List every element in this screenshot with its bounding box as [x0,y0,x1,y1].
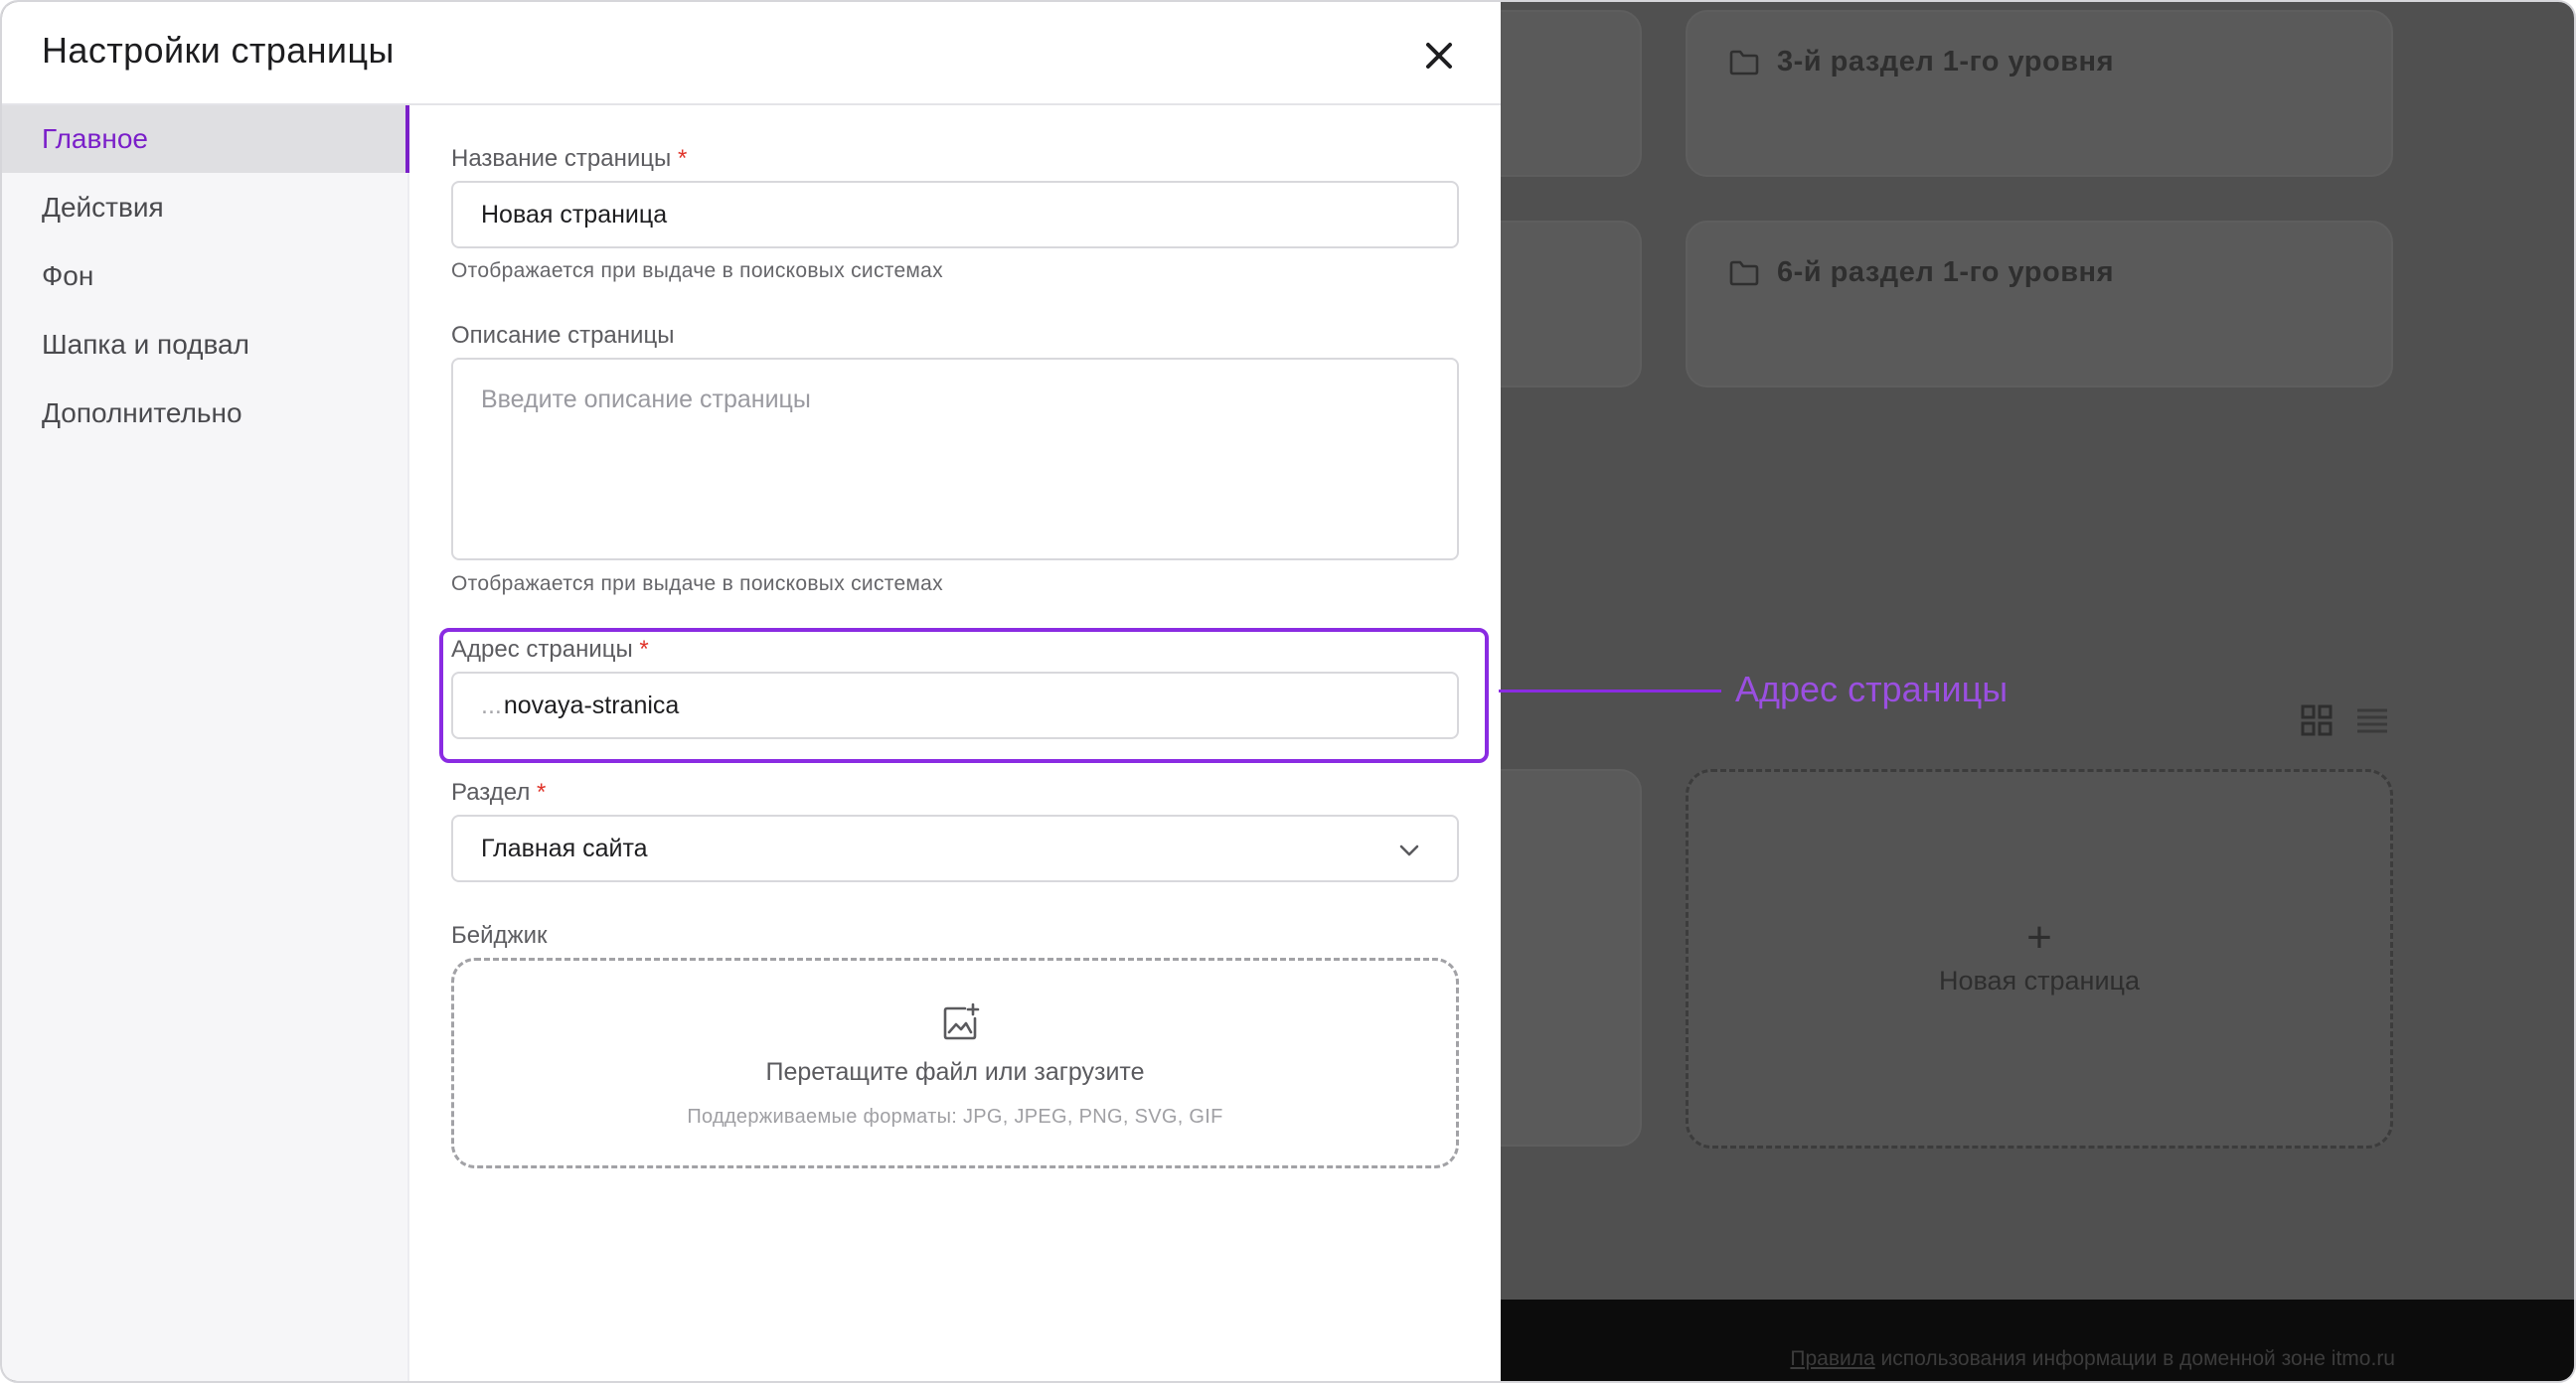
sidebar-item-main[interactable]: Главное [2,105,409,173]
required-mark: * [677,145,688,172]
view-toggle [2300,703,2389,742]
footer-bar: Правила использования информации в домен… [1501,1300,2574,1381]
description-label: Описание страницы [451,322,675,349]
sidebar-item-additional[interactable]: Дополнительно [2,380,409,447]
section-select[interactable]: Главная сайта [451,815,1459,882]
sidebar-item-actions[interactable]: Действия [2,174,409,241]
badge-dropzone[interactable]: Перетащите файл или загрузите Поддержива… [451,958,1459,1168]
page-name-label: Название страницы * [451,145,687,173]
callout-label: Адрес страницы [1735,669,2009,709]
section-card-title: 3-й раздел 1-го уровня [1729,46,2114,78]
grid-view-icon[interactable] [2300,703,2334,742]
page-name-value: Новая страница [481,200,668,229]
description-textarea[interactable]: Введите описание страницы [451,358,1459,560]
panel-title: Настройки страницы [42,30,395,71]
new-page-card-content: + Новая страница [1689,916,2390,997]
close-icon [1418,43,1460,80]
folder-icon [1729,260,1759,286]
dropzone-title: Перетащите файл или загрузите [765,1058,1145,1086]
add-image-icon [941,1002,981,1047]
folder-icon [1729,50,1759,76]
close-button[interactable] [1418,35,1460,77]
section-label-text: Раздел [451,779,531,806]
page-name-label-text: Название страницы [451,145,672,172]
section-card-3[interactable]: 3-й раздел 1-го уровня [1686,10,2393,177]
panel-header: Настройки страницы [2,2,1501,105]
page-name-hint: Отображается при выдаче в поисковых сист… [451,259,943,282]
settings-sidebar: Главное Действия Фон Шапка и подвал Допо… [2,105,409,1381]
dropzone-formats: Поддерживаемые форматы: JPG, JPEG, PNG, … [687,1106,1223,1128]
sidebar-item-header-footer[interactable]: Шапка и подвал [2,311,409,379]
plus-icon: + [2026,913,2052,962]
description-hint: Отображается при выдаче в поисковых сист… [451,572,943,595]
description-placeholder: Введите описание страницы [481,385,811,413]
new-page-card[interactable]: + Новая страница [1686,769,2393,1149]
sidebar-item-background[interactable]: Фон [2,242,409,310]
list-view-icon[interactable] [2355,703,2389,742]
footer-text: Правила использования информации в домен… [1790,1347,2395,1371]
section-label: Раздел * [451,779,546,807]
section-card-label: 6-й раздел 1-го уровня [1777,256,2114,288]
callout-line [1499,690,1721,692]
section-value: Главная сайта [481,834,648,862]
new-page-label: Новая страница [1938,966,2141,996]
badge-label: Бейджик [451,922,548,949]
footer-rules-link[interactable]: Правила [1790,1347,1874,1370]
required-mark: * [537,779,547,806]
footer-rules-text: использования информации в доменной зоне… [1874,1347,2395,1370]
screen-frame: 3-й раздел 1-го уровня 6-й раздел 1-го у… [0,0,2576,1383]
chevron-down-icon [1397,839,1421,869]
section-card-title: 6-й раздел 1-го уровня [1729,256,2114,289]
section-card-6[interactable]: 6-й раздел 1-го уровня [1686,221,2393,387]
page-name-input[interactable]: Новая страница [451,181,1459,248]
section-card-label: 3-й раздел 1-го уровня [1777,46,2114,77]
address-highlight-frame [439,628,1489,763]
